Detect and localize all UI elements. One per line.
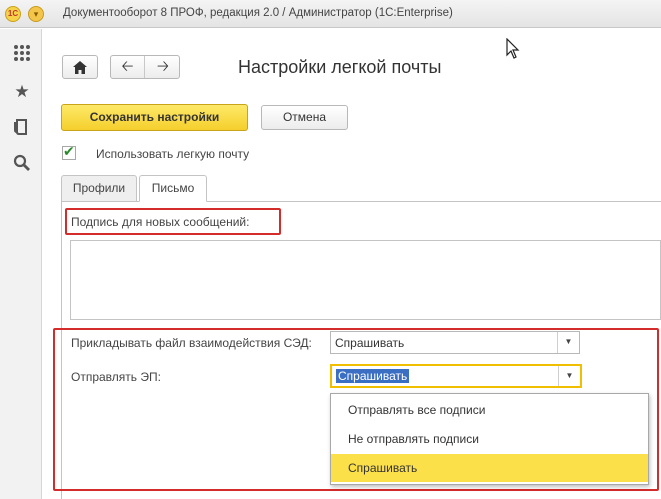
attach-file-label: Прикладывать файл взаимодействия СЭД: — [71, 336, 312, 350]
cancel-button[interactable]: Отмена — [261, 105, 348, 130]
signature-label: Подпись для новых сообщений: — [71, 215, 250, 229]
dropdown-option-selected[interactable]: Спрашивать — [331, 454, 648, 482]
tab-profiles[interactable]: Профили — [61, 175, 137, 202]
apps-grid-icon[interactable] — [12, 44, 32, 64]
dropdown-option[interactable]: Отправлять все подписи — [331, 396, 648, 424]
forward-arrow-icon[interactable]: 🡢 — [146, 56, 180, 78]
home-button[interactable] — [62, 55, 98, 79]
page-title: Настройки легкой почты — [238, 57, 442, 77]
star-icon[interactable]: ★ — [12, 82, 32, 102]
back-arrow-icon[interactable]: 🡠 — [111, 56, 145, 78]
attach-file-value: Спрашивать — [335, 336, 405, 350]
navigation-buttons: 🡠 🡢 — [110, 55, 180, 79]
use-easy-mail-checkbox[interactable]: ✔ — [62, 143, 76, 160]
mouse-cursor-icon — [506, 38, 520, 59]
tab-letter[interactable]: Письмо — [139, 175, 207, 202]
history-icon[interactable] — [12, 118, 32, 138]
main-menu-icon[interactable]: ▾ — [28, 6, 44, 22]
chevron-down-icon[interactable]: ▼ — [557, 332, 579, 353]
app-logo-icon: 1С — [5, 6, 21, 22]
window-titlebar: 1С ▾ Документооборот 8 ПРОФ, редакция 2.… — [0, 0, 661, 28]
search-icon[interactable] — [12, 154, 32, 174]
send-ep-select[interactable]: Спрашивать ▼ — [330, 364, 582, 388]
send-ep-value: Спрашивать — [336, 369, 410, 383]
chevron-down-icon[interactable]: ▼ — [558, 366, 580, 386]
send-ep-label: Отправлять ЭП: — [71, 370, 161, 384]
sections-panel: ★ — [0, 29, 42, 499]
send-ep-dropdown-list: Отправлять все подписи Не отправлять под… — [330, 393, 649, 485]
save-settings-button[interactable]: Сохранить настройки — [61, 104, 248, 131]
signature-textarea[interactable] — [70, 240, 661, 320]
window-title: Документооборот 8 ПРОФ, редакция 2.0 / А… — [63, 7, 453, 19]
use-easy-mail-label: Использовать легкую почту — [96, 147, 250, 161]
attach-file-select[interactable]: Спрашивать ▼ — [330, 331, 580, 354]
home-icon — [73, 61, 87, 74]
dropdown-option[interactable]: Не отправлять подписи — [331, 425, 648, 453]
checkmark-icon: ✔ — [63, 143, 75, 159]
